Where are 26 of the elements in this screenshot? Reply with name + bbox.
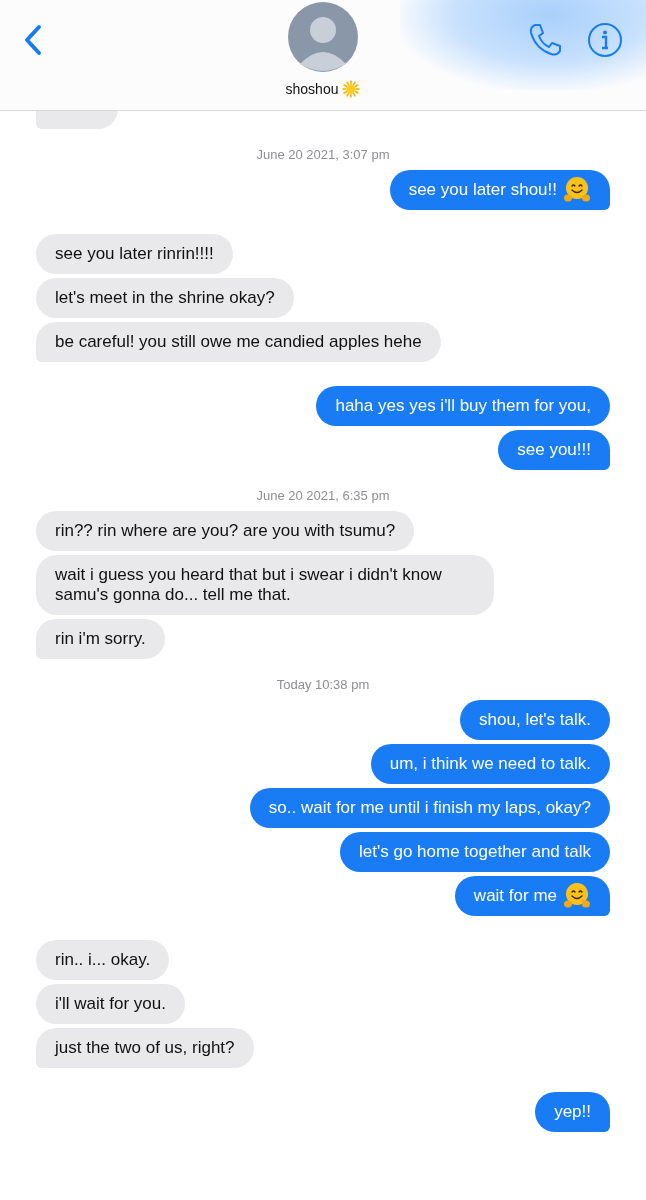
timestamp: June 20 2021, 3:07 pm xyxy=(256,147,390,162)
received-message-bubble: just the two of us, right? xyxy=(36,1028,254,1068)
received-message-bubble: be careful! you still owe me candied apples hehe xyxy=(36,322,441,362)
sent-message-bubble: um, i think we need to talk. xyxy=(370,744,610,784)
sent-message-bubble: let's go home together and talk xyxy=(340,832,610,872)
received-message-bubble: rin?? rin where are you? are you with tsumu? xyxy=(36,511,415,551)
sent-message-bubble: yep!! xyxy=(535,1092,610,1132)
sent-message-bubble: wait for me xyxy=(454,876,610,916)
received-message-bubble: rin i'm sorry. xyxy=(36,619,165,659)
avatar[interactable] xyxy=(288,2,358,72)
received-message-bubble: rin.. i... okay. xyxy=(36,940,170,980)
timestamp: June 20 2021, 6:35 pm xyxy=(256,488,390,503)
info-icon[interactable] xyxy=(587,22,623,58)
received-message-bubble: see you later rinrin!!!! xyxy=(36,234,233,274)
received-message-bubble: wait i guess you heard that but i swear i didn't know samu's gonna do... tell me that. xyxy=(36,555,494,615)
sent-message-bubble: see you!!! xyxy=(498,430,610,470)
back-chevron-icon[interactable] xyxy=(24,24,42,56)
received-message-bubble: i'll wait for you. xyxy=(36,984,185,1024)
timestamp: Today 10:38 pm xyxy=(276,677,370,692)
received-message-bubble: let's meet in the shrine okay? xyxy=(36,278,294,318)
sent-message-bubble: so.. wait for me until i finish my laps, okay? xyxy=(249,788,610,828)
sent-message-bubble: shou, let's talk. xyxy=(460,700,610,740)
contact-name[interactable]: shoshou xyxy=(285,81,339,97)
phone-icon[interactable] xyxy=(527,22,563,58)
sent-message-bubble: see you later shou!! xyxy=(389,170,610,210)
sent-message-bubble: haha yes yes i'll buy them for you, xyxy=(316,386,610,426)
